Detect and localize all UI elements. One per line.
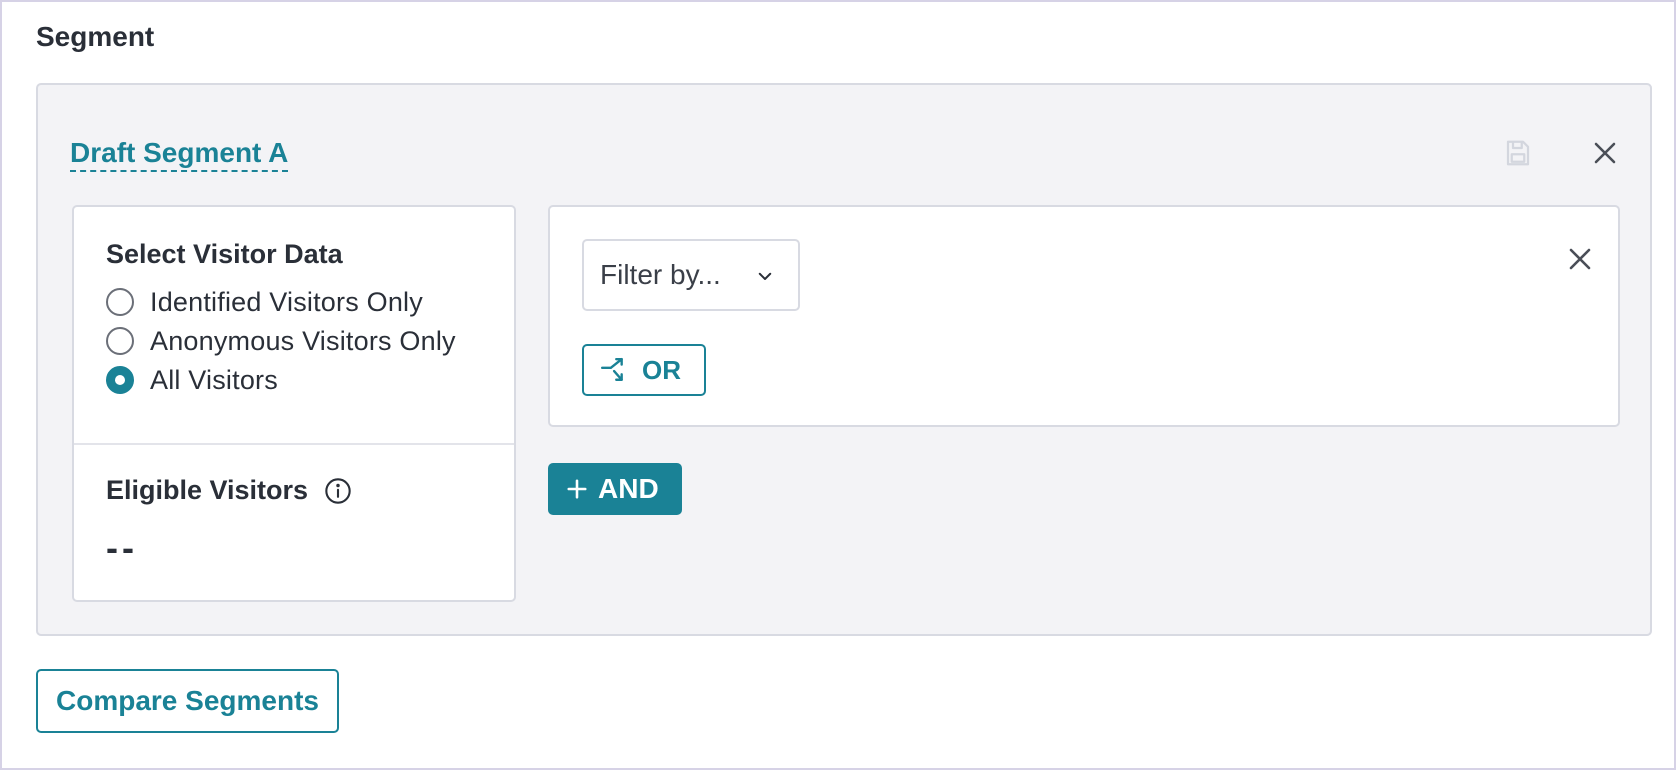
save-button[interactable] xyxy=(1498,133,1538,173)
segment-editor: Segment Draft Segment A Select Visitor D… xyxy=(0,0,1676,770)
chevron-down-icon xyxy=(758,272,772,280)
info-icon[interactable] xyxy=(324,477,352,505)
close-segment-button[interactable] xyxy=(1585,133,1625,173)
eligible-visitors-heading: Eligible Visitors xyxy=(106,475,352,506)
radio-button[interactable] xyxy=(106,327,134,355)
radio-label: Identified Visitors Only xyxy=(150,286,423,317)
radio-label: All Visitors xyxy=(150,364,278,395)
radio-label: Anonymous Visitors Only xyxy=(150,325,456,356)
filter-panel: Filter by... OR xyxy=(548,205,1620,427)
visitor-data-panel: Select Visitor Data Identified Visitors … xyxy=(72,205,516,602)
eligible-visitors-value: -- xyxy=(106,527,138,568)
radio-button-selected[interactable] xyxy=(106,366,134,394)
remove-filter-button[interactable] xyxy=(1560,239,1600,279)
filter-by-dropdown[interactable]: Filter by... xyxy=(582,239,800,311)
section-title: Segment xyxy=(36,21,155,52)
split-icon xyxy=(600,357,623,381)
compare-segments-button[interactable]: Compare Segments xyxy=(36,669,339,733)
radio-identified-visitors[interactable]: Identified Visitors Only xyxy=(106,286,423,318)
or-label: OR xyxy=(642,354,681,385)
add-and-button[interactable]: AND xyxy=(548,463,682,515)
close-icon xyxy=(1569,248,1591,270)
segment-name[interactable]: Draft Segment A xyxy=(70,137,289,172)
compare-segments-label: Compare Segments xyxy=(56,685,319,716)
segment-card: Draft Segment A Select Visitor Data Iden… xyxy=(36,83,1652,636)
eligible-visitors-label: Eligible Visitors xyxy=(106,475,309,505)
visitor-data-heading: Select Visitor Data xyxy=(106,239,343,269)
and-label: AND xyxy=(598,473,659,504)
filter-by-label: Filter by... xyxy=(600,259,721,290)
close-icon xyxy=(1594,142,1616,164)
radio-anonymous-visitors[interactable]: Anonymous Visitors Only xyxy=(106,325,456,357)
plus-icon xyxy=(567,479,587,499)
save-icon xyxy=(1506,140,1530,166)
or-button[interactable]: OR xyxy=(582,344,706,396)
radio-button[interactable] xyxy=(106,288,134,316)
visitor-data-section: Select Visitor Data Identified Visitors … xyxy=(74,207,514,445)
radio-all-visitors[interactable]: All Visitors xyxy=(106,364,278,396)
